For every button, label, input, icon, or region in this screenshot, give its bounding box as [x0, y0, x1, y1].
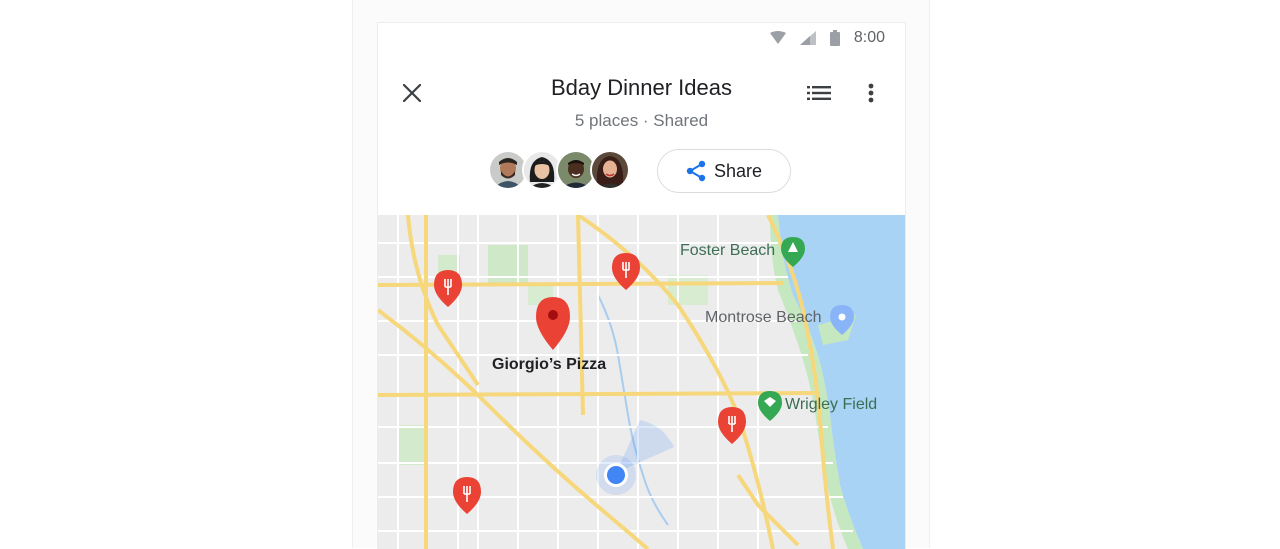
map-view[interactable]: Foster Beach Montrose Beach Wrigley Fiel…	[378, 215, 905, 549]
list-header: Bday Dinner Ideas 5 places · Shared Shar…	[378, 53, 905, 215]
list-view-button[interactable]	[803, 77, 835, 109]
collaborator-avatars[interactable]	[488, 150, 630, 192]
map-label-selected-place[interactable]: Giorgio’s Pizza	[492, 356, 606, 374]
battery-icon	[829, 30, 840, 46]
list-subtitle: 5 places · Shared	[574, 111, 709, 130]
share-button-label: Share	[713, 160, 763, 181]
share-icon	[686, 160, 706, 182]
more-vert-icon	[868, 83, 874, 103]
avatar[interactable]	[590, 150, 630, 190]
phone-screen: 8:00 Bday Dinner Ideas 5 places · Shared	[377, 22, 906, 549]
current-location	[596, 455, 636, 495]
map-label-wrigley-field[interactable]: Wrigley Field	[785, 396, 877, 414]
status-time: 8:00	[853, 29, 885, 46]
list-icon	[807, 86, 831, 100]
map-label-foster-beach[interactable]: Foster Beach	[680, 242, 775, 260]
more-options-button[interactable]	[859, 77, 883, 109]
map-canvas	[378, 215, 905, 549]
wifi-icon	[769, 31, 786, 44]
signal-icon	[799, 31, 816, 45]
status-bar: 8:00	[705, 23, 905, 53]
share-button[interactable]: Share	[657, 149, 791, 193]
map-label-montrose-beach[interactable]: Montrose Beach	[705, 309, 822, 327]
